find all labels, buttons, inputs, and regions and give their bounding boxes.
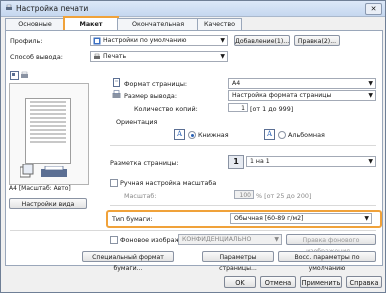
custom-paper-size-button[interactable]: Специальный формат бумаги... (82, 251, 174, 272)
printer-view-icon[interactable] (20, 71, 29, 80)
watermark-value: КОНФИДЕНЦИАЛЬНО (182, 236, 252, 243)
chevron-down-icon: ▼ (220, 37, 225, 44)
page-size-value: A4 (232, 80, 241, 87)
landscape-label: Альбомная (288, 131, 325, 139)
edit-profile-button[interactable]: Правка(2)... (294, 35, 340, 46)
watermark-checkbox[interactable] (110, 236, 118, 244)
output-size-value: Настройка формата страницы (232, 92, 332, 99)
preview-page-sheet (25, 98, 71, 164)
scale-input[interactable]: 100 (234, 190, 254, 199)
page-preview (9, 83, 89, 185)
page-layout-select[interactable]: 1 на 1 ▼ (246, 156, 376, 167)
scale-range: % [от 25 до 200] (256, 192, 312, 200)
cancel-button[interactable]: Отмена (260, 276, 296, 288)
chevron-down-icon: ▼ (368, 80, 373, 87)
divider (110, 145, 376, 146)
portrait-label: Книжная (198, 131, 229, 139)
edit-watermark-button[interactable]: Правка фонового изображения... (286, 234, 376, 255)
manual-scale-label: Ручная настройка масштаба (120, 179, 217, 187)
restore-defaults-button[interactable]: Восс. параметры по умолчанию (278, 251, 376, 272)
window-title: Настройка печати (16, 4, 89, 13)
add-profile-button[interactable]: Добавление(1)... (234, 35, 290, 46)
close-button[interactable]: ✕ (365, 3, 382, 15)
landscape-radio[interactable] (278, 131, 286, 139)
page-options-button[interactable]: Параметры страницы... (202, 251, 274, 272)
divider (10, 230, 376, 231)
preview-caption: A4 [Масштаб: Авто] (9, 185, 71, 192)
chevron-down-icon: ▼ (368, 92, 373, 99)
page-size-icon (113, 78, 120, 87)
chevron-down-icon: ▼ (368, 158, 373, 165)
view-settings-button[interactable]: Настройки вида (9, 198, 87, 209)
profile-select[interactable]: Настройки по умолчанию ▼ (90, 35, 228, 46)
page-view-icon[interactable] (10, 71, 19, 80)
portrait-orientation-icon: A (174, 129, 185, 140)
printer-app-icon (6, 4, 12, 10)
divider (110, 205, 376, 206)
layout-1up-icon: 1 (228, 155, 244, 169)
ok-button[interactable]: OK (224, 276, 256, 288)
chevron-down-icon: ▼ (364, 215, 369, 222)
print-settings-dialog: Настройка печати ✕ Основные настройки Ма… (0, 0, 386, 293)
page-size-label: Формат страницы: (124, 80, 188, 88)
scale-label: Масштаб: (124, 192, 157, 200)
copies-input[interactable]: 1 (228, 103, 248, 112)
output-method-label: Способ вывода: (10, 53, 63, 61)
stack-icon (20, 164, 34, 178)
tab-quality[interactable]: Качество (197, 18, 242, 30)
portrait-radio[interactable] (188, 131, 196, 139)
output-size-select[interactable]: Настройка формата страницы ▼ (228, 90, 376, 101)
copies-range: [от 1 до 999] (250, 105, 294, 113)
profile-label: Профиль: (10, 37, 43, 45)
output-size-label: Размер вывода: (124, 92, 177, 100)
tab-finishing[interactable]: Окончательная обработка (117, 18, 199, 39)
orientation-label: Ориентация (116, 118, 158, 126)
watermark-select[interactable]: КОНФИДЕНЦИАЛЬНО ▼ (178, 234, 282, 245)
page-layout-value: 1 на 1 (250, 158, 270, 165)
apply-button[interactable]: Применить (300, 276, 342, 288)
profile-icon (93, 37, 101, 45)
landscape-orientation-icon: A (264, 129, 275, 140)
chevron-down-icon: ▼ (274, 236, 279, 243)
page-layout-label: Разметка страницы: (110, 159, 179, 167)
printer-icon (41, 166, 67, 177)
preview-text-lines (26, 101, 70, 143)
paper-type-select[interactable]: Обычная [60-89 г/м2] ▼ (230, 213, 372, 224)
print-icon (94, 53, 100, 59)
tab-basic-settings[interactable]: Основные настройки (5, 18, 65, 39)
paper-type-label: Тип бумаги: (112, 215, 153, 223)
help-button[interactable]: Справка (346, 276, 382, 288)
profile-value: Настройки по умолчанию (103, 37, 187, 44)
output-method-value: Печать (103, 53, 127, 60)
page-layout-panel: Профиль: Настройки по умолчанию ▼ Добавле… (5, 30, 383, 272)
output-size-icon (112, 90, 121, 98)
chevron-down-icon: ▼ (220, 53, 225, 60)
output-method-select[interactable]: Печать ▼ (90, 51, 228, 62)
page-size-select[interactable]: A4 ▼ (228, 78, 376, 89)
manual-scale-checkbox[interactable] (110, 179, 118, 187)
title-bar: Настройка печати ✕ (1, 1, 385, 17)
copies-label: Количество копий: (134, 105, 198, 113)
paper-type-value: Обычная [60-89 г/м2] (234, 215, 304, 222)
